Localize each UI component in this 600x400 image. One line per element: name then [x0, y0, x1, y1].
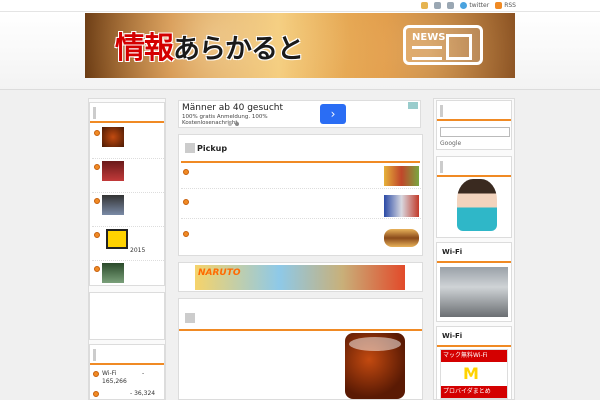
adchoices-icon[interactable] — [408, 102, 418, 109]
list-item-label: 2015 — [130, 247, 146, 254]
search-widget-header — [437, 101, 511, 121]
mac-bottom-text: プロバイダまとめ — [441, 386, 507, 398]
header-bar — [93, 349, 96, 361]
pickup-divider — [181, 161, 420, 163]
banner-title-kana: あらかると — [173, 34, 304, 65]
newspaper-icon: NEWS — [403, 25, 483, 65]
stat-value: 165,266 — [102, 378, 127, 385]
ad-next-button[interactable]: › — [320, 104, 346, 124]
bullet-icon — [183, 231, 189, 237]
stat-label[interactable]: Wi-Fi — [102, 370, 116, 377]
profile-widget — [436, 156, 512, 238]
anime-logo: NARUTO — [198, 268, 241, 278]
mcdonalds-logo-icon: M — [463, 364, 479, 383]
mcdonalds-wifi-image[interactable]: マック無料Wi-Fi M プロバイダまとめ — [440, 349, 508, 399]
list-item[interactable] — [92, 125, 164, 159]
banner-title-kanji: 情報 — [115, 31, 174, 66]
article-header — [179, 299, 422, 331]
stat-dash: - — [130, 390, 133, 397]
fruit-thumbnail[interactable] — [384, 166, 419, 186]
pickup-row[interactable] — [181, 165, 421, 189]
rss-link[interactable]: RSS — [495, 2, 516, 9]
twitter-label: twitter — [469, 2, 490, 9]
article-icon — [185, 313, 195, 323]
pickup-title: Pickup — [197, 144, 228, 153]
bullet-icon — [94, 266, 100, 272]
left-widget-empty — [89, 292, 165, 340]
left-widget-stats: Wi-Fi - 165,266 - 36,324 — [89, 344, 165, 400]
banner-title: 情報あらかると — [115, 23, 304, 67]
ad-headline[interactable]: Männer ab 40 gesucht — [182, 103, 283, 113]
mac-top-text: マック無料Wi-Fi — [441, 350, 507, 362]
pickup-row[interactable] — [181, 195, 421, 219]
left-widget-articles: 2015 — [89, 102, 165, 286]
advertisement[interactable]: Männer ab 40 gesucht 100% gratis Anmeldu… — [178, 100, 421, 128]
wifi-widget: Wi-Fi — [436, 242, 512, 322]
rss-icon — [495, 2, 503, 9]
anime-ad-image[interactable]: NARUTO — [195, 265, 405, 290]
list-item[interactable] — [92, 193, 164, 227]
bullet-icon — [94, 164, 100, 170]
person-thumbnail[interactable] — [102, 195, 124, 215]
bullet-icon — [183, 199, 189, 205]
news-box — [446, 34, 472, 60]
bullet-icon — [94, 198, 100, 204]
stat-dash: - — [142, 370, 145, 377]
bullet-icon — [94, 232, 100, 238]
pen-icon[interactable] — [421, 2, 429, 9]
news-label: NEWS — [412, 32, 446, 43]
drink-cans-thumbnail[interactable] — [384, 195, 419, 217]
stats-header — [90, 345, 164, 365]
burger-thumbnail[interactable] — [384, 229, 419, 247]
profile-header — [437, 157, 511, 177]
carousel-dot[interactable] — [235, 122, 239, 126]
article-section — [178, 298, 423, 400]
speaker-thumbnail[interactable] — [102, 263, 124, 283]
rss-label: RSS — [504, 2, 516, 9]
bullet-icon — [93, 391, 99, 397]
drink-thumbnail[interactable] — [102, 127, 124, 147]
twitter-icon — [460, 2, 468, 9]
stat-number: 36,324 — [134, 390, 156, 397]
stat-value: - 36,324 — [130, 390, 155, 397]
people-thumbnail[interactable] — [102, 161, 124, 181]
bullet-icon — [94, 130, 100, 136]
bullet-icon — [93, 371, 99, 377]
home-icon[interactable] — [434, 2, 442, 9]
wifi-title-2: Wi-Fi — [442, 332, 463, 340]
warning-thumbnail[interactable] — [106, 229, 128, 249]
iced-drink-image[interactable] — [345, 333, 405, 399]
top-links: twitter RSS — [421, 2, 516, 9]
left-widget-header — [90, 103, 164, 123]
top-bar: twitter RSS — [0, 0, 600, 12]
search-widget: Google — [436, 100, 512, 150]
news-lines — [412, 46, 442, 60]
anime-ad-banner[interactable]: NARUTO — [178, 262, 423, 292]
list-item[interactable]: 2015 — [92, 227, 164, 261]
site-banner[interactable]: 情報あらかると NEWS — [85, 13, 515, 78]
search-input[interactable] — [440, 127, 510, 137]
wifi-header-2: Wi-Fi — [437, 327, 511, 347]
bookmark-icon[interactable] — [447, 2, 455, 9]
store-photo[interactable] — [440, 267, 508, 317]
carousel-dot[interactable] — [228, 122, 232, 126]
header-bar — [440, 161, 443, 173]
google-logo: Google — [440, 140, 462, 147]
twitter-link[interactable]: twitter — [460, 2, 489, 9]
list-item[interactable] — [92, 159, 164, 193]
pickup-row[interactable] — [181, 227, 421, 251]
pickup-section: Pickup — [178, 134, 423, 256]
wifi-widget-2: Wi-Fi マック無料Wi-Fi M プロバイダまとめ — [436, 326, 512, 400]
header-bar — [93, 107, 96, 119]
pickup-icon — [185, 143, 195, 153]
list-item[interactable] — [92, 261, 164, 295]
wifi-title: Wi-Fi — [442, 248, 463, 256]
carousel-dots — [228, 122, 239, 126]
wifi-header: Wi-Fi — [437, 243, 511, 263]
bullet-icon — [183, 169, 189, 175]
glass-rim — [349, 337, 401, 351]
header-bar — [440, 105, 443, 117]
profile-image[interactable] — [457, 179, 497, 231]
